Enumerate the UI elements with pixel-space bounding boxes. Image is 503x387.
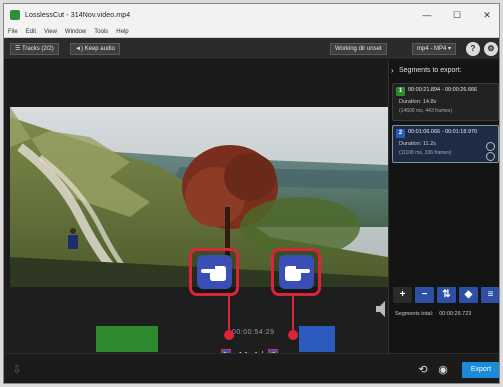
working-dir-button[interactable]: Working dir unset <box>330 43 387 55</box>
keep-audio-button[interactable]: ◄) Keep audio <box>70 43 120 55</box>
rotate-icon[interactable]: ⟲ <box>416 363 430 377</box>
menu-file[interactable]: File <box>8 29 18 35</box>
segments-total-label: Segments total: <box>395 311 434 317</box>
window-title: LosslessCut - 314Nov.video.mp4 <box>25 11 131 19</box>
segment-duration: Duration: 14.8s <box>399 99 437 105</box>
toolbar: ☰ Tracks (2/2) ◄) Keep audio Working dir… <box>4 38 499 60</box>
set-end-callout <box>271 248 321 296</box>
list-icon[interactable]: ≡ <box>481 287 499 303</box>
menu-window[interactable]: Window <box>65 29 86 35</box>
menu-edit[interactable]: Edit <box>26 29 36 35</box>
volume-icon[interactable] <box>374 299 390 319</box>
timeline-segment-1[interactable] <box>96 326 158 352</box>
minus-icon[interactable]: − <box>415 287 434 303</box>
callout-marker <box>288 330 298 340</box>
collapse-panel-icon[interactable]: › <box>391 66 394 75</box>
segment-number-badge: 1 <box>396 87 405 96</box>
callout-connector <box>228 296 230 334</box>
segment-frame-info: (14600 ms, 443 frames) <box>399 108 453 114</box>
camera-icon[interactable]: ◉ <box>436 363 450 377</box>
close-icon[interactable]: ✕ <box>479 7 495 23</box>
current-time[interactable]: 00:00:54:29 <box>232 329 274 336</box>
segment-frame-info: (11108 ms, 336 frames) <box>399 150 452 156</box>
callout-button-bg <box>279 255 314 289</box>
callout-button-bg <box>197 255 232 289</box>
title-bar: LosslessCut - 314Nov.video.mp4 — ☐ ✕ <box>4 4 499 26</box>
settings-icon[interactable]: ⚙ <box>484 42 498 56</box>
segment-time-range: 00:01:06.066 - 00:01:18.970 <box>408 129 478 135</box>
help-icon[interactable]: ? <box>466 42 480 56</box>
reorder-icon[interactable]: ⇅ <box>437 287 456 303</box>
maximize-icon[interactable]: ☐ <box>449 7 465 23</box>
pointing-right-hand-icon <box>285 266 310 281</box>
pointing-left-hand-icon <box>201 266 226 281</box>
segment-duration: Duration: 11.2s <box>399 141 436 147</box>
segments-header: Segments to export: <box>399 67 462 74</box>
tracks-button[interactable]: ☰ Tracks (2/2) <box>10 43 59 55</box>
segment-item[interactable]: 2 00:01:06.066 - 00:01:18.970 Duration: … <box>392 125 499 163</box>
segment-time-range: 00:00:21.894 - 00:00:26.666 <box>408 87 478 93</box>
menu-view[interactable]: View <box>44 29 57 35</box>
plus-icon[interactable]: + <box>393 287 412 303</box>
segment-actions: + − ⇅ ◆ ≡ <box>393 287 499 303</box>
menu-help[interactable]: Help <box>116 29 128 35</box>
segment-option-icon[interactable] <box>486 152 495 161</box>
callout-connector <box>292 296 294 334</box>
app-icon <box>10 10 20 20</box>
callout-marker <box>224 330 234 340</box>
segments-panel: › Segments to export: 1 00:00:21.894 - 0… <box>388 61 499 353</box>
segments-total-value: 00:00:26.723 <box>439 311 472 317</box>
set-start-callout <box>189 248 239 296</box>
app-window: LosslessCut - 314Nov.video.mp4 — ☐ ✕ Fil… <box>3 3 500 384</box>
timeline-segment-2[interactable] <box>299 326 335 352</box>
segment-item[interactable]: 1 00:00:21.894 - 00:00:26.666 Duration: … <box>392 83 499 121</box>
minimize-icon[interactable]: — <box>419 7 435 23</box>
tag-icon[interactable]: ◆ <box>459 287 478 303</box>
export-button[interactable]: Export <box>462 362 499 378</box>
menu-bar: File Edit View Window Tools Help <box>4 26 499 38</box>
window-controls: — ☐ ✕ <box>419 7 495 23</box>
bottom-bar: ⇩ ⟲ ◉ Export <box>4 353 499 383</box>
format-select[interactable]: mp4 - MP4 ▾ <box>412 43 457 55</box>
menu-tools[interactable]: Tools <box>94 29 108 35</box>
download-icon[interactable]: ⇩ <box>10 363 24 377</box>
segment-number-badge: 2 <box>396 129 405 138</box>
segments-total: Segments total: 00:00:26.723 <box>395 311 471 317</box>
segment-option-icon[interactable] <box>486 142 495 151</box>
